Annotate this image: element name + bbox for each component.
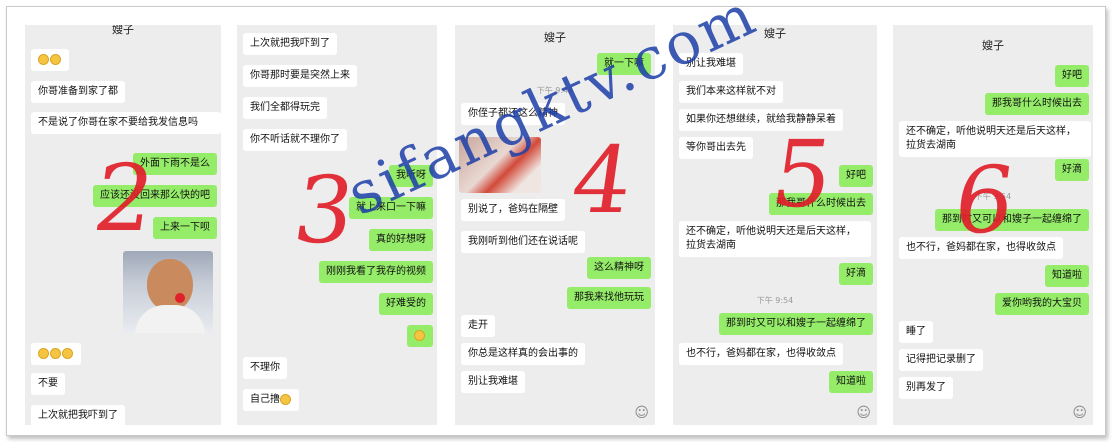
message-bubble[interactable]: 真的好想呀 [369, 229, 433, 251]
grin-emoji-icon [280, 393, 291, 405]
message-bubble[interactable]: 好难受的 [379, 293, 433, 315]
message-bubble[interactable]: 不是说了你哥在家不要给我发信息吗 [31, 112, 221, 134]
message-bubble[interactable]: 刚刚我看了我存的视频 [319, 261, 433, 283]
message-bubble[interactable]: 不要 [31, 373, 65, 395]
message-bubble[interactable]: 爱你哟我的大宝贝 [995, 293, 1089, 315]
message-bubble[interactable]: 记得把记录删了 [899, 349, 983, 371]
message-bubble[interactable]: 那我来找他玩玩 [567, 287, 651, 309]
smile-emoji-icon [50, 53, 61, 65]
chat-title: 嫂子 [982, 39, 1004, 52]
smile-emoji-icon [38, 53, 49, 65]
message-bubble[interactable]: 走开 [461, 315, 495, 337]
sweat-emoji-icon [38, 347, 49, 359]
message-bubble[interactable]: 知道啦 [829, 371, 873, 393]
sweat-emoji-icon [50, 347, 61, 359]
message-bubble[interactable]: 不理你 [243, 357, 287, 379]
message-bubble[interactable]: 也不行，爸妈都在家，也得收敛点 [679, 343, 843, 365]
message-bubble[interactable]: 等你哥出去先 [679, 137, 753, 159]
handwritten-number: 6 [947, 147, 1022, 254]
message-bubble[interactable]: 好滴 [1055, 159, 1089, 181]
message-bubble[interactable]: 上次就把我吓到了 [243, 33, 337, 55]
message-bubble[interactable]: 别让我难堪 [461, 371, 525, 393]
chat-panel-1: 嫂子 你哥准备到家了都 不是说了你哥在家不要给我发信息吗 外面下雨不是么 应该还… [25, 25, 221, 425]
message-bubble[interactable]: 知道啦 [1045, 265, 1089, 287]
message-bubble[interactable]: 自己撸 [243, 389, 299, 411]
message-bubble[interactable]: 别再发了 [899, 377, 953, 399]
message-bubble[interactable]: 我刚听到他们还在说话呢 [461, 231, 585, 253]
baby-sticker-image[interactable] [123, 251, 213, 333]
message-bubble[interactable]: 这么精神呀 [587, 257, 651, 279]
chat-title: 嫂子 [112, 25, 134, 36]
collage-frame: 嫂子 你哥准备到家了都 不是说了你哥在家不要给我发信息吗 外面下雨不是么 应该还… [6, 0, 1106, 436]
handwritten-number: 4 [565, 127, 640, 234]
message-bubble[interactable]: 那我哥什么时候出去 [985, 93, 1089, 115]
emoji-bubble[interactable] [407, 325, 433, 347]
message-bubble[interactable]: 好滴 [839, 263, 873, 285]
sweat-emoji-icon [62, 347, 73, 359]
message-bubble[interactable]: 你哥那时要是突然上来 [243, 65, 357, 87]
shy-emoji-icon [414, 329, 425, 341]
swipe-sticker-icon: ☺ [634, 405, 649, 421]
message-bubble[interactable]: 好吧 [839, 165, 873, 187]
message-bubble[interactable]: 上来一下呗 [153, 217, 217, 239]
message-bubble[interactable]: 睡了 [899, 321, 933, 343]
swipe-sticker-icon: ☺ [1072, 405, 1087, 421]
message-bubble[interactable]: 你总是这样真的会出事的 [461, 343, 585, 365]
chat-panel-5: 嫂子 好吧 那我哥什么时候出去 还不确定，听他说明天还是后天这样，拉货去湖南 好… [893, 25, 1093, 425]
chat-panel-4: 嫂子 别让我难堪 我们本来这样就不对 如果你还想继续，就给我静静呆着 等你哥出去… [673, 25, 877, 425]
timestamp: 下午 9:54 [756, 296, 794, 305]
handwritten-number: 2 [87, 145, 162, 252]
chat-panel-2: 上次就把我吓到了 你哥那时要是突然上来 我们全都得玩完 你不听话就不理你了 我听… [237, 25, 437, 425]
emoji-bubble[interactable] [31, 343, 81, 365]
message-bubble[interactable]: 上次就把我吓到了 [31, 405, 125, 425]
message-bubble[interactable]: 我们全都得玩完 [243, 97, 327, 119]
swipe-sticker-icon: ☺ [856, 405, 871, 421]
emoji-bubble[interactable] [31, 49, 69, 71]
message-bubble[interactable]: 好吧 [1055, 65, 1089, 87]
message-bubble[interactable]: 我们本来这样就不对 [679, 81, 783, 103]
message-bubble[interactable]: 你哥准备到家了都 [31, 81, 125, 103]
message-bubble[interactable]: 别说了，爸妈在隔壁 [461, 199, 565, 221]
message-bubble[interactable]: 你不听话就不理你了 [243, 129, 347, 151]
message-text: 自己撸 [250, 394, 280, 405]
message-bubble[interactable]: 那到时又可以和嫂子一起缠绵了 [719, 313, 873, 335]
